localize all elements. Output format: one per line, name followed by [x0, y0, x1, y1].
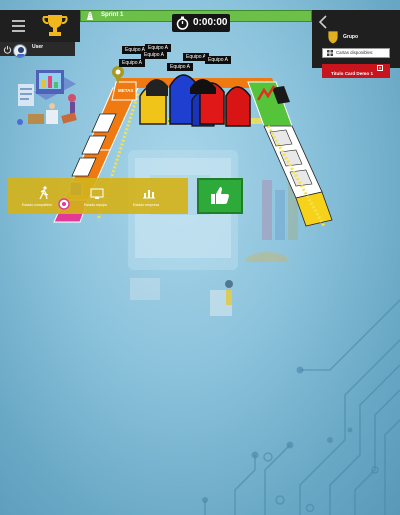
start-tile-label: METAS [118, 88, 134, 93]
user-name: User [32, 44, 44, 50]
team-marker-icon [58, 198, 70, 210]
team-tag: Equipo A [141, 51, 168, 59]
chevron-left-icon[interactable] [318, 15, 328, 29]
team-tag: Equipo A [205, 56, 232, 64]
stat-label-companion: Estado compañero [22, 203, 53, 207]
cards-grid-icon [327, 50, 333, 56]
group-label: Grupo [343, 34, 358, 40]
timer-value: 0:00:00 [193, 17, 228, 28]
close-icon[interactable]: × [377, 65, 383, 72]
stopwatch-icon [176, 16, 189, 30]
thumbs-up-icon [211, 187, 229, 204]
trophy-icon[interactable] [40, 12, 70, 40]
avatar[interactable] [13, 44, 27, 58]
menu-button[interactable] [9, 16, 29, 36]
team-tag: Equipo A [119, 59, 146, 67]
sprint-label: Sprint 1 [101, 12, 124, 18]
bar-chart-icon[interactable] [142, 187, 156, 199]
walking-person-icon[interactable] [38, 186, 50, 200]
right-track [247, 81, 333, 227]
demo-card-title: Titulo Card Demo 1 [331, 71, 374, 76]
stat-label-team: Estado equipo [84, 203, 107, 207]
team-monitor-icon[interactable] [90, 188, 104, 200]
team-tag: Equipo A [167, 63, 194, 71]
flag-road-icon [87, 12, 93, 20]
available-cards-label: Cartas disponibles: [336, 50, 374, 55]
group-shield-icon [327, 30, 339, 44]
stat-label-company: Estado empresa [133, 203, 160, 207]
power-icon[interactable] [3, 45, 12, 54]
